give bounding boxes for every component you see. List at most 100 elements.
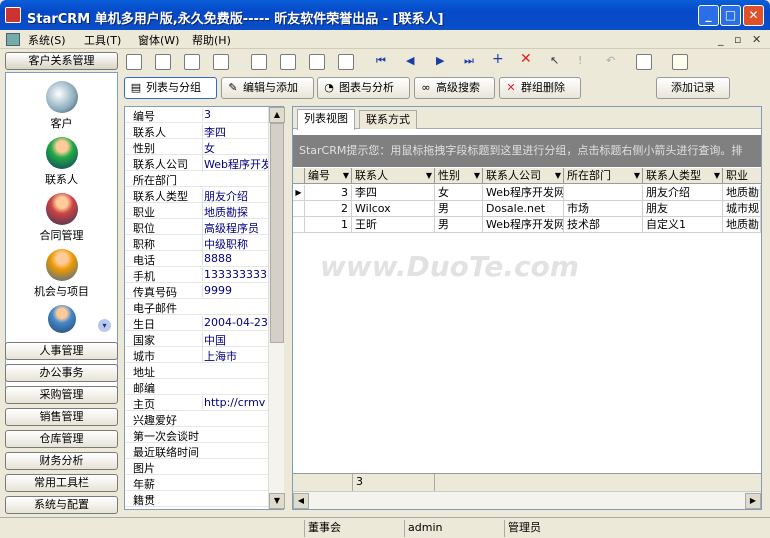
table-row[interactable]: 1 王昕男 Web程序开发网 技术部 自定义1 地质勘 bbox=[293, 217, 761, 233]
property-value[interactable]: 3 bbox=[202, 108, 270, 121]
view-grid-icon[interactable] bbox=[338, 54, 354, 70]
property-row[interactable]: 图片 bbox=[125, 459, 270, 475]
property-value[interactable]: 中国 bbox=[202, 332, 270, 348]
sidebar-section-purchase[interactable]: 采购管理 bbox=[5, 386, 118, 404]
property-row[interactable]: 所在部门 bbox=[125, 171, 270, 187]
property-value[interactable]: 133333333 bbox=[202, 268, 270, 281]
property-row[interactable]: 地址 bbox=[125, 363, 270, 379]
delete-record-icon[interactable]: ✕ bbox=[520, 51, 532, 67]
table-cell[interactable]: Web程序开发网 bbox=[483, 217, 564, 233]
table-cell[interactable]: Dosale.net bbox=[483, 201, 564, 217]
nav-customer[interactable]: 客户 bbox=[6, 81, 117, 131]
maximize-button[interactable]: □ bbox=[720, 5, 741, 26]
property-value[interactable]: 9999 bbox=[202, 284, 270, 297]
sidebar-section-warehouse[interactable]: 仓库管理 bbox=[5, 430, 118, 448]
menu-tools[interactable]: 工具(T) bbox=[84, 32, 121, 48]
sidebar-crm-button[interactable]: 客户关系管理 bbox=[5, 52, 118, 70]
scroll-thumb[interactable] bbox=[270, 123, 284, 343]
table-cell[interactable]: 地质勘 bbox=[723, 217, 761, 233]
col-header-dept[interactable]: 所在部门 ▼ bbox=[564, 168, 643, 184]
table-row[interactable]: ▶ 3 李四女 Web程序开发网 朋友介绍 地质勘 bbox=[293, 185, 761, 201]
col-header-gender[interactable]: 性别 ▼ bbox=[435, 168, 483, 184]
property-row[interactable]: 兴趣爱好 bbox=[125, 411, 270, 427]
post-icon[interactable]: ! bbox=[578, 54, 582, 67]
sidebar-section-finance[interactable]: 财务分析 bbox=[5, 452, 118, 470]
first-record-icon[interactable]: ⏮ bbox=[376, 54, 386, 68]
property-row[interactable]: 职位 高级程序员 bbox=[125, 219, 270, 236]
col-header-job[interactable]: 职业 bbox=[723, 168, 761, 184]
edit-icon[interactable] bbox=[155, 54, 171, 70]
property-row[interactable]: 联系人公司 Web程序开发 bbox=[125, 155, 270, 172]
property-value[interactable]: 朋友介绍 bbox=[202, 188, 270, 204]
filter-arrow-icon[interactable]: ▼ bbox=[343, 168, 349, 183]
chart-analysis-button[interactable]: ◔ 图表与分析 bbox=[317, 77, 410, 99]
col-header-id[interactable]: 编号 ▼ bbox=[305, 168, 352, 184]
sidebar-section-tools[interactable]: 常用工具栏 bbox=[5, 474, 118, 492]
filter-arrow-icon[interactable]: ▼ bbox=[474, 168, 480, 183]
property-row[interactable]: 职业 地质勘探 bbox=[125, 203, 270, 220]
table-cell[interactable]: 朋友 bbox=[643, 201, 723, 217]
row-indicator[interactable] bbox=[293, 201, 305, 217]
view-form-icon[interactable] bbox=[280, 54, 296, 70]
property-row[interactable]: 生日 2004-04-23 bbox=[125, 315, 270, 331]
property-row[interactable]: 传真号码 9999 bbox=[125, 283, 270, 299]
sidebar-section-sales[interactable]: 销售管理 bbox=[5, 408, 118, 426]
col-header-company[interactable]: 联系人公司 ▼ bbox=[483, 168, 564, 184]
import-icon[interactable] bbox=[184, 54, 200, 70]
table-cell[interactable]: 1 bbox=[305, 217, 352, 233]
nav-contact[interactable]: 联系人 bbox=[6, 137, 117, 187]
filter-arrow-icon[interactable]: ▼ bbox=[634, 168, 640, 183]
sidebar-section-office[interactable]: 办公事务 bbox=[5, 364, 118, 382]
scroll-down-icon[interactable]: ▼ bbox=[269, 493, 285, 509]
property-value[interactable]: http://crmv bbox=[202, 396, 270, 409]
table-cell[interactable]: 2 bbox=[305, 201, 352, 217]
property-value[interactable]: Web程序开发 bbox=[202, 156, 270, 172]
tab-list-view[interactable]: 列表视图 bbox=[297, 109, 355, 130]
current-row-icon[interactable]: ▶ bbox=[293, 185, 305, 201]
filter-arrow-icon[interactable]: ▼ bbox=[426, 168, 432, 183]
property-row[interactable]: 籍贯 bbox=[125, 491, 270, 507]
menu-window[interactable]: 窗体(W) bbox=[138, 32, 179, 48]
property-row[interactable]: 编号 3 bbox=[125, 107, 270, 123]
table-cell[interactable] bbox=[564, 185, 643, 201]
table-cell[interactable]: 女 bbox=[435, 185, 483, 201]
table-cell[interactable]: 市场 bbox=[564, 201, 643, 217]
copy-icon[interactable] bbox=[213, 54, 229, 70]
table-cell[interactable]: 自定义1 bbox=[643, 217, 723, 233]
nav-opportunity[interactable]: 机会与项目 bbox=[6, 249, 117, 299]
next-record-icon[interactable]: ▶ bbox=[436, 54, 444, 67]
property-row[interactable]: 第一次会谈时 bbox=[125, 427, 270, 443]
property-row[interactable]: 邮编 bbox=[125, 379, 270, 395]
property-value[interactable]: 地质勘探 bbox=[202, 204, 270, 220]
table-cell[interactable]: 王昕 bbox=[352, 217, 435, 233]
scroll-right-icon[interactable]: ▶ bbox=[745, 493, 761, 509]
property-row[interactable]: 性别 女 bbox=[125, 139, 270, 156]
grid-hscrollbar[interactable]: ◀ ▶ bbox=[293, 491, 761, 509]
property-value[interactable]: 高级程序员 bbox=[202, 220, 270, 236]
add-record-icon[interactable]: + bbox=[492, 51, 504, 67]
property-scrollbar[interactable]: ▲ ▼ bbox=[268, 107, 285, 509]
table-cell[interactable]: 男 bbox=[435, 217, 483, 233]
mdi-restore-button[interactable]: ▫ bbox=[734, 33, 741, 46]
mdi-close-button[interactable]: ✕ bbox=[752, 33, 761, 46]
group-hint[interactable]: StarCRM提示您：用鼠标拖拽字段标题到这里进行分组，点击标题右侧小箭头进行查… bbox=[293, 135, 761, 167]
table-cell[interactable]: 地质勘 bbox=[723, 185, 761, 201]
menu-help[interactable]: 帮助(H) bbox=[192, 32, 231, 48]
last-record-icon[interactable]: ⏭ bbox=[464, 54, 474, 68]
property-row[interactable]: 职称 中级职称 bbox=[125, 235, 270, 252]
property-row[interactable]: 电子邮件 bbox=[125, 299, 270, 315]
minimize-button[interactable]: _ bbox=[698, 5, 719, 26]
property-row[interactable]: 电话 8888 bbox=[125, 251, 270, 267]
property-row[interactable]: 联系人 李四 bbox=[125, 123, 270, 140]
close-button[interactable]: ✕ bbox=[743, 5, 764, 26]
table-cell[interactable]: Wilcox bbox=[352, 201, 435, 217]
scroll-up-icon[interactable]: ▲ bbox=[269, 107, 285, 123]
property-value[interactable]: 2004-04-23 bbox=[202, 316, 270, 329]
property-value[interactable]: 上海市 bbox=[202, 348, 270, 364]
exit-icon[interactable] bbox=[672, 54, 688, 70]
property-row[interactable]: 国家 中国 bbox=[125, 331, 270, 348]
table-row[interactable]: 2 Wilcox 男 Dosale.net 市场 朋友 城市规 bbox=[293, 201, 761, 217]
edit-add-button[interactable]: ✎ 编辑与添加 bbox=[221, 77, 314, 99]
view-list-icon[interactable] bbox=[309, 54, 325, 70]
cancel-edit-icon[interactable]: ↶ bbox=[606, 54, 615, 67]
